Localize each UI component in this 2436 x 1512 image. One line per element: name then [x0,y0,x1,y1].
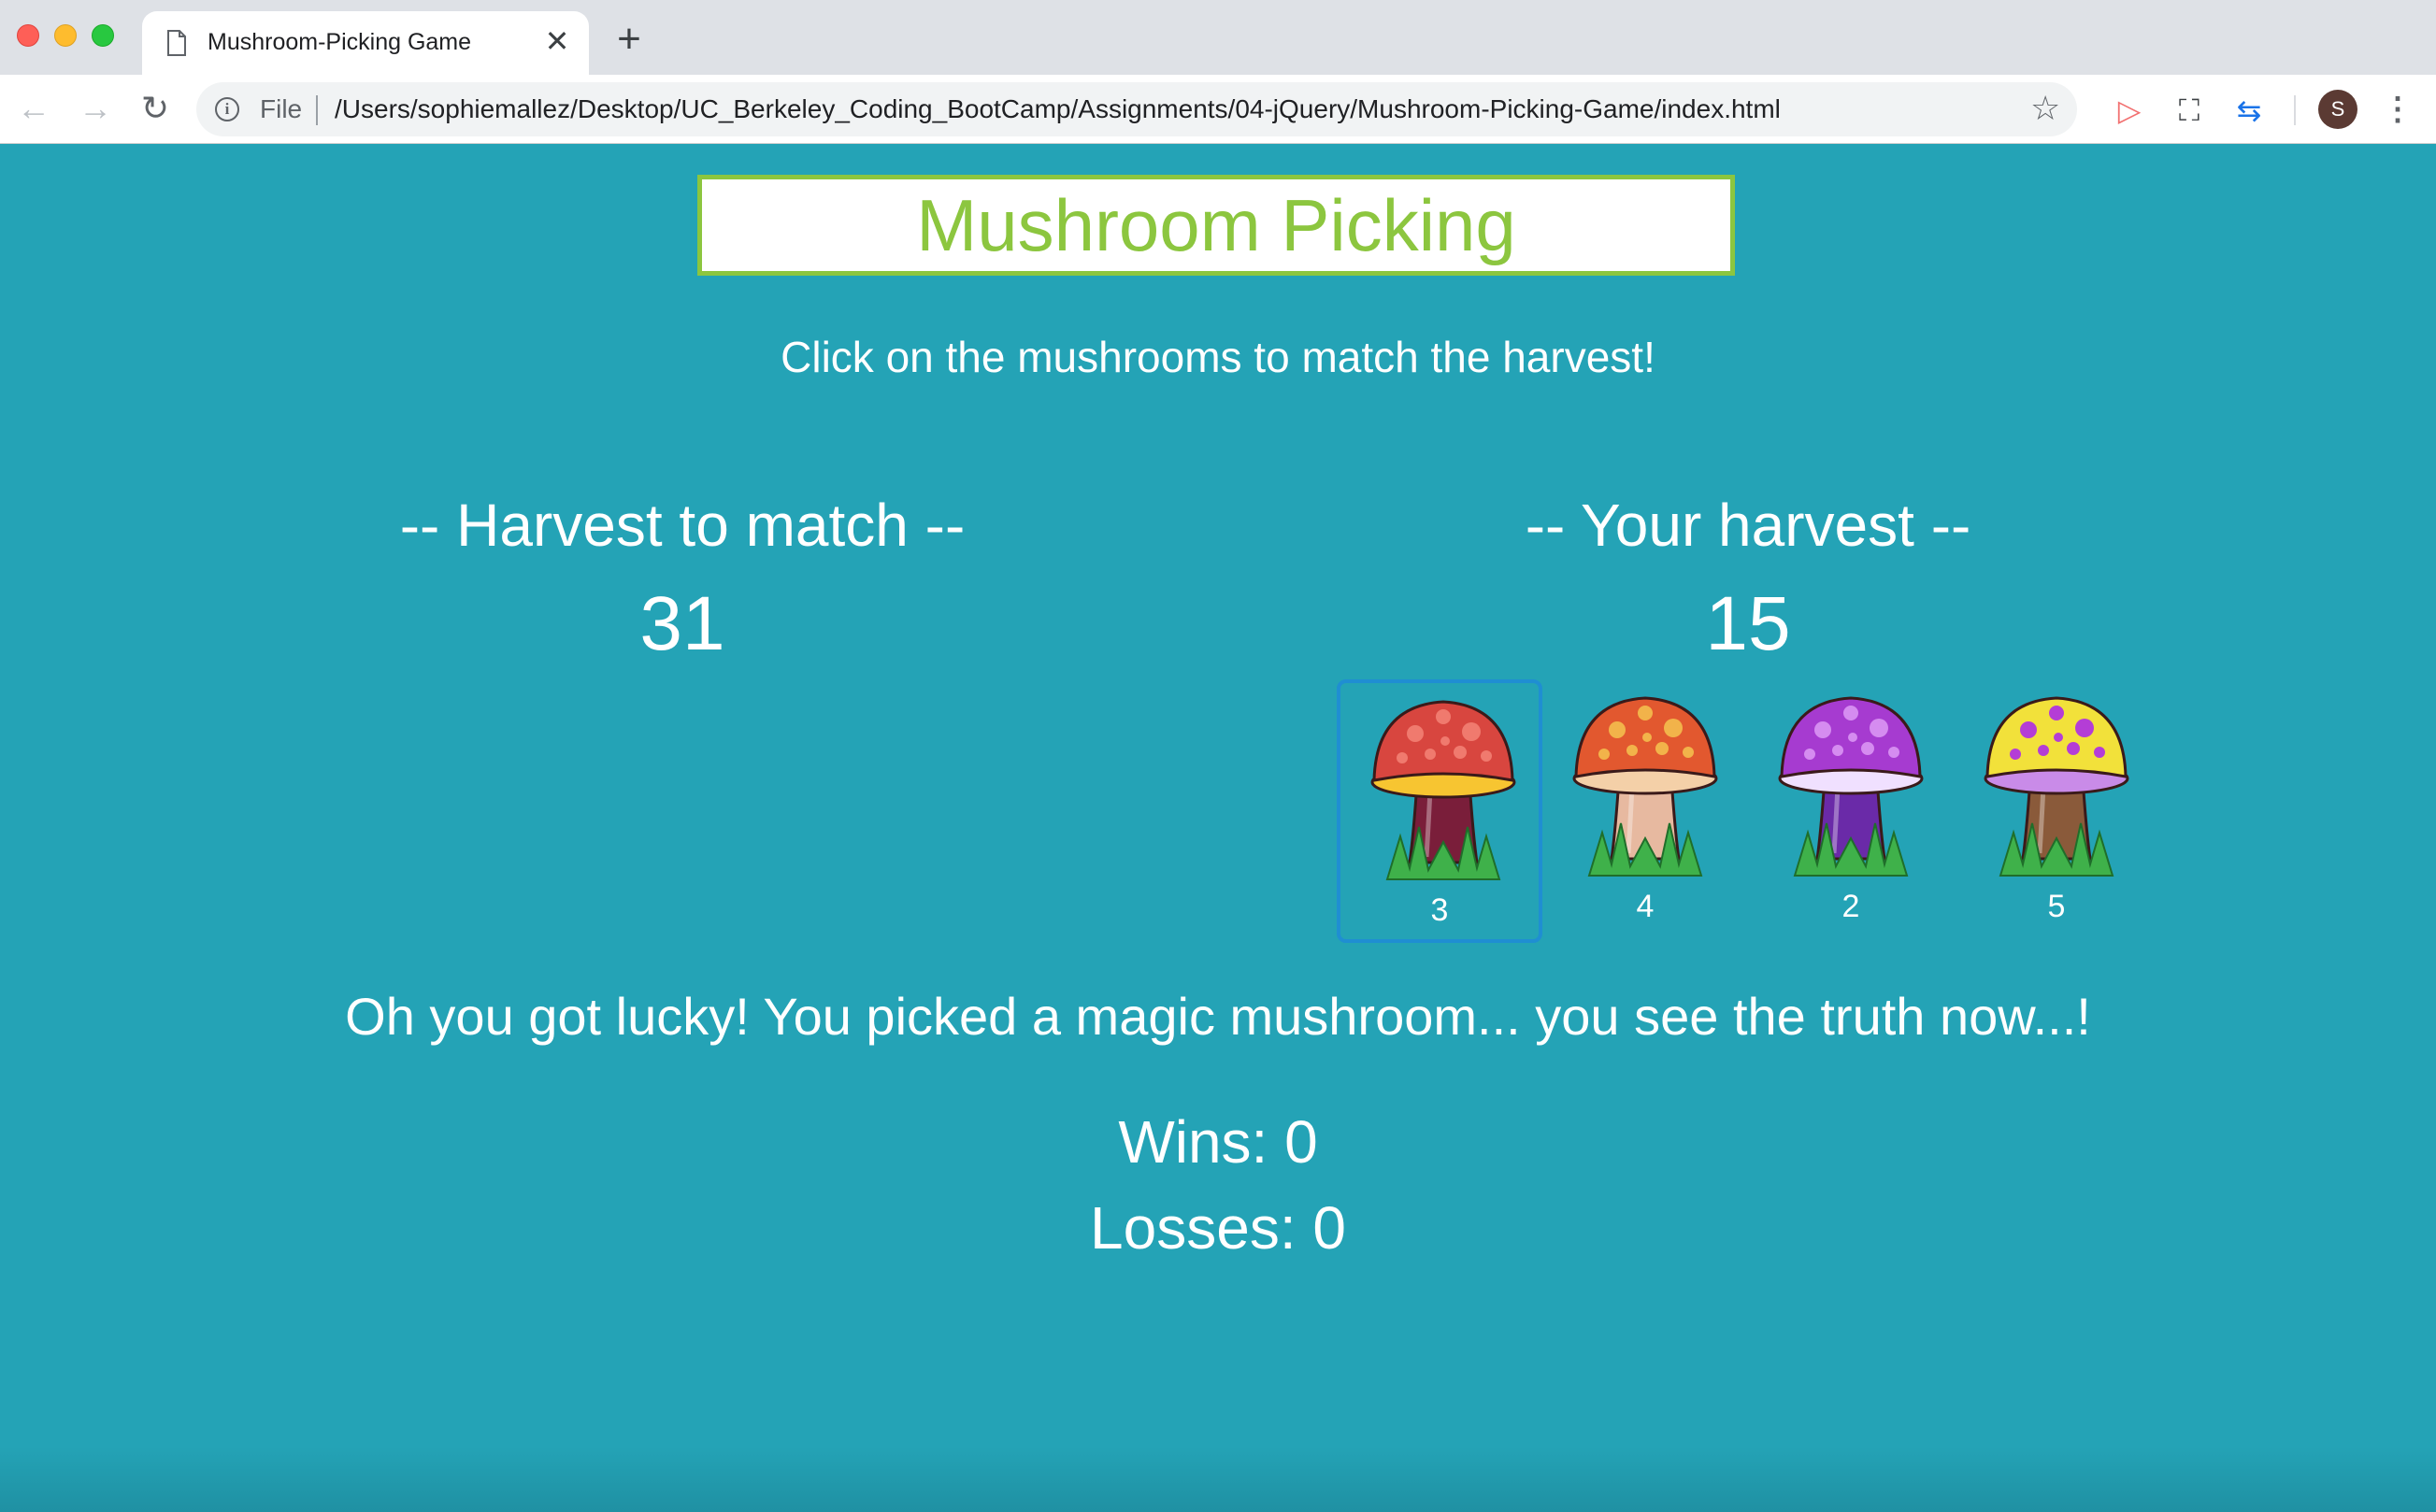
mushroom-value: 5 [2047,889,2066,924]
target-heading: -- Harvest to match -- [399,492,966,559]
mushroom-row: 3 4 2 5 [1337,679,2159,943]
extension-screenshot-icon[interactable]: ⛶ [2171,92,2208,129]
mushroom-button-3[interactable]: 2 [1748,679,1954,943]
tab-close-icon[interactable]: ✕ [542,26,572,56]
mushroom-orange-icon [1572,696,1718,877]
mushroom-value: 3 [1430,892,1449,928]
kebab-menu-icon[interactable]: ⋮ [2382,90,2414,129]
reload-icon[interactable]: ↻ [135,88,176,129]
window-zoom-button[interactable] [92,24,114,47]
file-scheme-label: File [260,94,303,123]
forward-arrow-icon[interactable]: → [75,88,116,129]
address-separator [316,95,318,125]
window-close-button[interactable] [17,24,39,47]
instructions-text: Click on the mushrooms to match the harv… [781,333,1655,381]
title-box: Mushroom Picking [697,175,1735,276]
harvest-number: 15 [1705,581,1791,666]
mushroom-button-4[interactable]: 5 [1954,679,2159,943]
target-number: 31 [639,581,725,666]
bookmark-star-icon[interactable]: ☆ [2030,90,2060,127]
mushroom-purple-icon [1778,696,1924,877]
document-icon [167,30,186,56]
mushroom-value: 4 [1636,889,1655,924]
page-title: Mushroom Picking [916,184,1516,266]
game-page: Mushroom Picking Click on the mushrooms … [0,145,2436,1512]
browser-tab[interactable]: Mushroom-Picking Game ✕ [142,11,589,75]
mushroom-button-1[interactable]: 3 [1337,679,1542,943]
toolbar-divider [2294,95,2296,125]
extension-cast-icon[interactable]: ▷ [2111,92,2148,129]
result-message: Oh you got lucky! You picked a magic mus… [345,987,2091,1046]
back-arrow-icon[interactable]: ← [13,88,54,129]
losses-counter: Losses: 0 [1090,1194,1346,1262]
info-icon[interactable]: i [215,97,239,121]
browser-tab-bar: Mushroom-Picking Game ✕ + [0,0,2436,75]
mushroom-value: 2 [1841,889,1860,924]
mushroom-button-2[interactable]: 4 [1542,679,1748,943]
window-minimize-button[interactable] [54,24,77,47]
url-text[interactable]: /Users/sophiemallez/Desktop/UC_Berkeley_… [335,94,1781,124]
address-bar[interactable]: i File /Users/sophiemallez/Desktop/UC_Be… [196,82,2077,136]
new-tab-button[interactable]: + [609,19,649,60]
mushroom-yellow-icon [1984,696,2129,877]
extension-arrows-icon[interactable]: ⇆ [2230,92,2268,129]
profile-avatar[interactable]: S [2318,90,2357,129]
mushroom-red-icon [1370,700,1516,880]
harvest-heading: -- Your harvest -- [1525,492,1971,559]
tab-title: Mushroom-Picking Game [208,29,472,55]
wins-counter: Wins: 0 [1118,1108,1318,1176]
browser-toolbar: ← → ↻ i File /Users/sophiemallez/Desktop… [0,75,2436,144]
